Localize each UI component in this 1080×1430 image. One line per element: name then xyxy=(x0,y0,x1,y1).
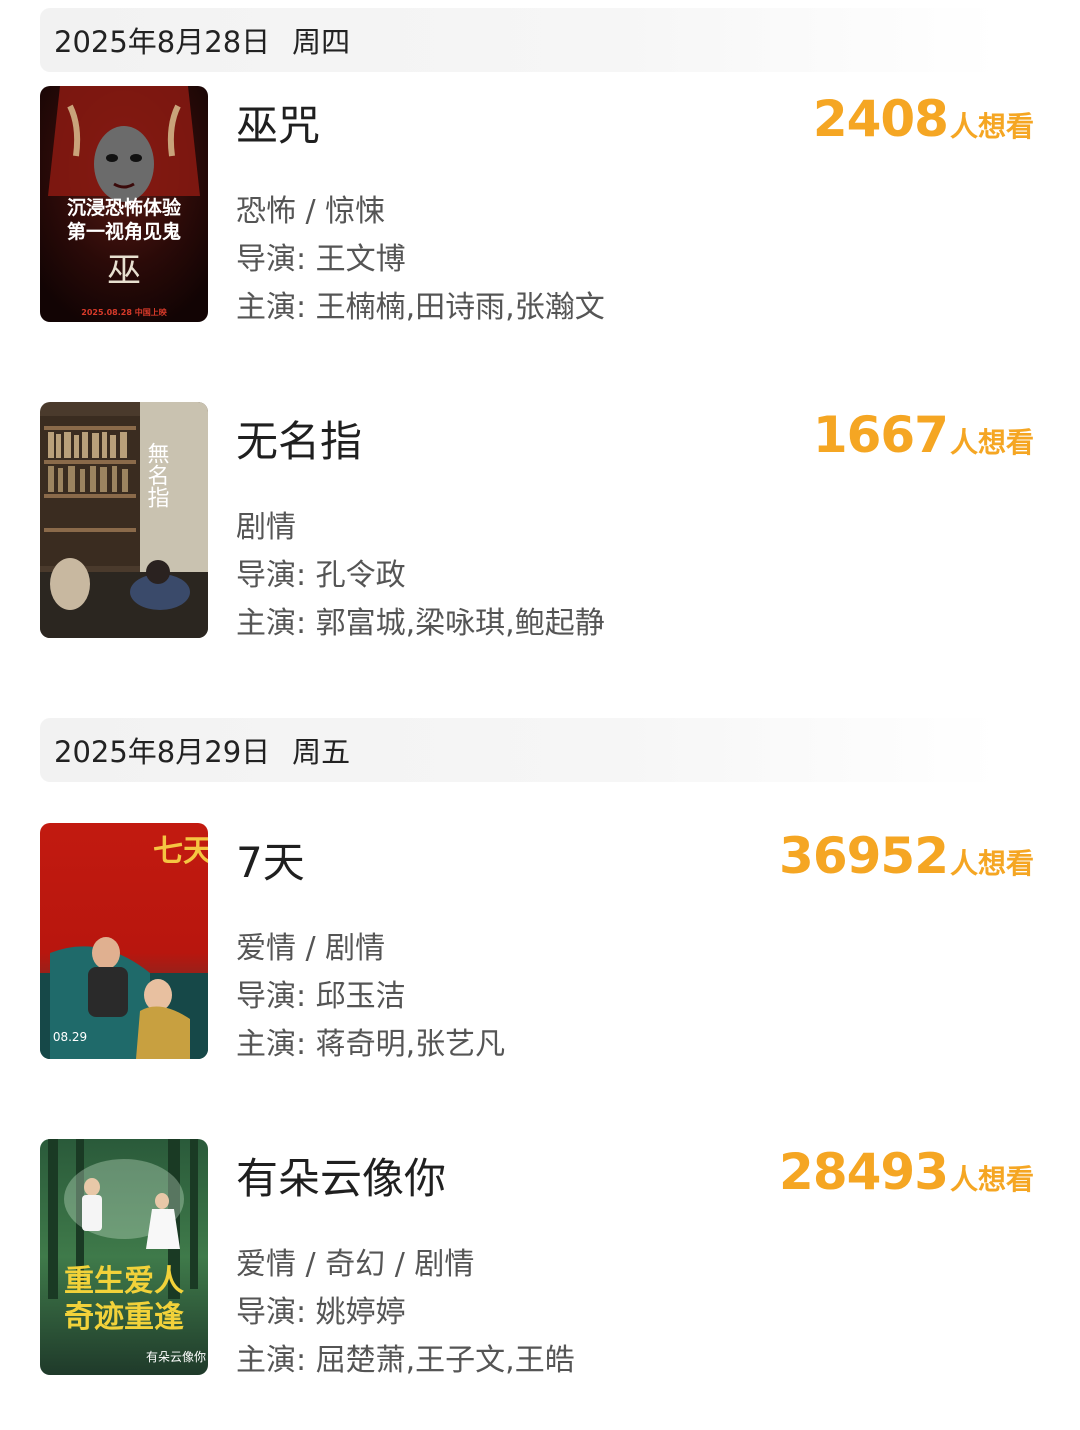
director: 导演: 邱玉洁 xyxy=(236,979,406,1014)
poster-title: 七天 xyxy=(153,834,208,869)
genres: 剧情 xyxy=(236,510,296,545)
want-count: 1667 xyxy=(812,406,949,464)
director: 导演: 姚婷婷 xyxy=(236,1295,406,1330)
movie-card-wumingzhi[interactable]: 無名指 无名指 1667人想看 剧情 导演: 孔令政 主演: 郭富城,梁咏琪,鲍… xyxy=(40,402,1040,641)
poster-footer: 08.29 xyxy=(53,1030,87,1044)
movie-card-7tian[interactable]: 七天 08.29 7天 36952人想看 爱情 / 剧情 导演: 邱玉洁 主演:… xyxy=(40,823,1040,1062)
want-count: 2408 xyxy=(812,90,949,148)
movie-info: 恐怖 / 惊悚 导演: 王文博 主演: 王楠楠,田诗雨,张瀚文 xyxy=(236,188,605,332)
cast: 主演: 郭富城,梁咏琪,鲍起静 xyxy=(236,606,605,641)
movie-info: 剧情 导演: 孔令政 主演: 郭富城,梁咏琪,鲍起静 xyxy=(236,504,605,648)
movie-poster[interactable]: 七天 08.29 xyxy=(40,823,208,1059)
movie-title[interactable]: 无名指 xyxy=(236,408,362,469)
poster-tagline-1: 重生爱人 xyxy=(64,1264,184,1299)
want-to-see: 1667人想看 xyxy=(813,406,1034,464)
movie-info: 爱情 / 奇幻 / 剧情 导演: 姚婷婷 主演: 屈楚萧,王子文,王皓 xyxy=(236,1241,575,1385)
genres: 恐怖 / 惊悚 xyxy=(236,194,386,229)
want-to-see: 2408人想看 xyxy=(813,90,1034,148)
genres: 爱情 / 奇幻 / 剧情 xyxy=(236,1247,475,1282)
want-unit: 人想看 xyxy=(949,1163,1034,1196)
poster-tagline-2: 第一视角见鬼 xyxy=(67,220,181,243)
cast: 主演: 蒋奇明,张艺凡 xyxy=(236,1027,506,1062)
want-count: 28493 xyxy=(779,1143,949,1201)
poster-seal: 巫 xyxy=(107,251,141,291)
poster-tagline-2: 奇迹重逢 xyxy=(64,1300,184,1335)
want-unit: 人想看 xyxy=(949,110,1034,143)
movie-poster[interactable]: 沉浸恐怖体验 第一视角见鬼 巫 2025.08.28 中国上映 xyxy=(40,86,208,322)
want-unit: 人想看 xyxy=(949,426,1034,459)
genres: 爱情 / 剧情 xyxy=(236,931,386,966)
date-label: 2025年8月29日 xyxy=(54,735,271,769)
date-label: 2025年8月28日 xyxy=(54,25,271,59)
weekday-label: 周五 xyxy=(292,735,351,769)
movie-card-youduoyunxiangni[interactable]: 重生爱人 奇迹重逢 有朵云像你 有朵云像你 28493人想看 爱情 / 奇幻 /… xyxy=(40,1139,1040,1378)
movie-title[interactable]: 有朵云像你 xyxy=(236,1145,446,1206)
poster-tagline-1: 沉浸恐怖体验 xyxy=(67,196,182,219)
poster-footer: 2025.08.28 中国上映 xyxy=(81,307,167,317)
movie-info: 爱情 / 剧情 导演: 邱玉洁 主演: 蒋奇明,张艺凡 xyxy=(236,925,505,1069)
director: 导演: 王文博 xyxy=(236,242,406,277)
want-count: 36952 xyxy=(779,827,949,885)
movie-card-wuzhou[interactable]: 沉浸恐怖体验 第一视角见鬼 巫 2025.08.28 中国上映 巫咒 2408人… xyxy=(40,86,1040,325)
want-to-see: 36952人想看 xyxy=(779,827,1034,885)
movie-poster[interactable]: 無名指 xyxy=(40,402,208,638)
date-header-1: 2025年8月28日 周四 xyxy=(40,8,1000,72)
movie-poster[interactable]: 重生爱人 奇迹重逢 有朵云像你 xyxy=(40,1139,208,1375)
movie-title[interactable]: 7天 xyxy=(236,829,305,890)
want-unit: 人想看 xyxy=(949,847,1034,880)
date-header-2: 2025年8月29日 周五 xyxy=(40,718,1000,782)
poster-footer: 有朵云像你 xyxy=(146,1350,206,1364)
cast: 主演: 屈楚萧,王子文,王皓 xyxy=(236,1343,575,1378)
want-to-see: 28493人想看 xyxy=(779,1143,1034,1201)
movie-title[interactable]: 巫咒 xyxy=(236,92,320,153)
poster-title: 無名指 xyxy=(144,442,170,508)
weekday-label: 周四 xyxy=(292,25,351,59)
director: 导演: 孔令政 xyxy=(236,558,406,593)
cast: 主演: 王楠楠,田诗雨,张瀚文 xyxy=(236,290,605,325)
